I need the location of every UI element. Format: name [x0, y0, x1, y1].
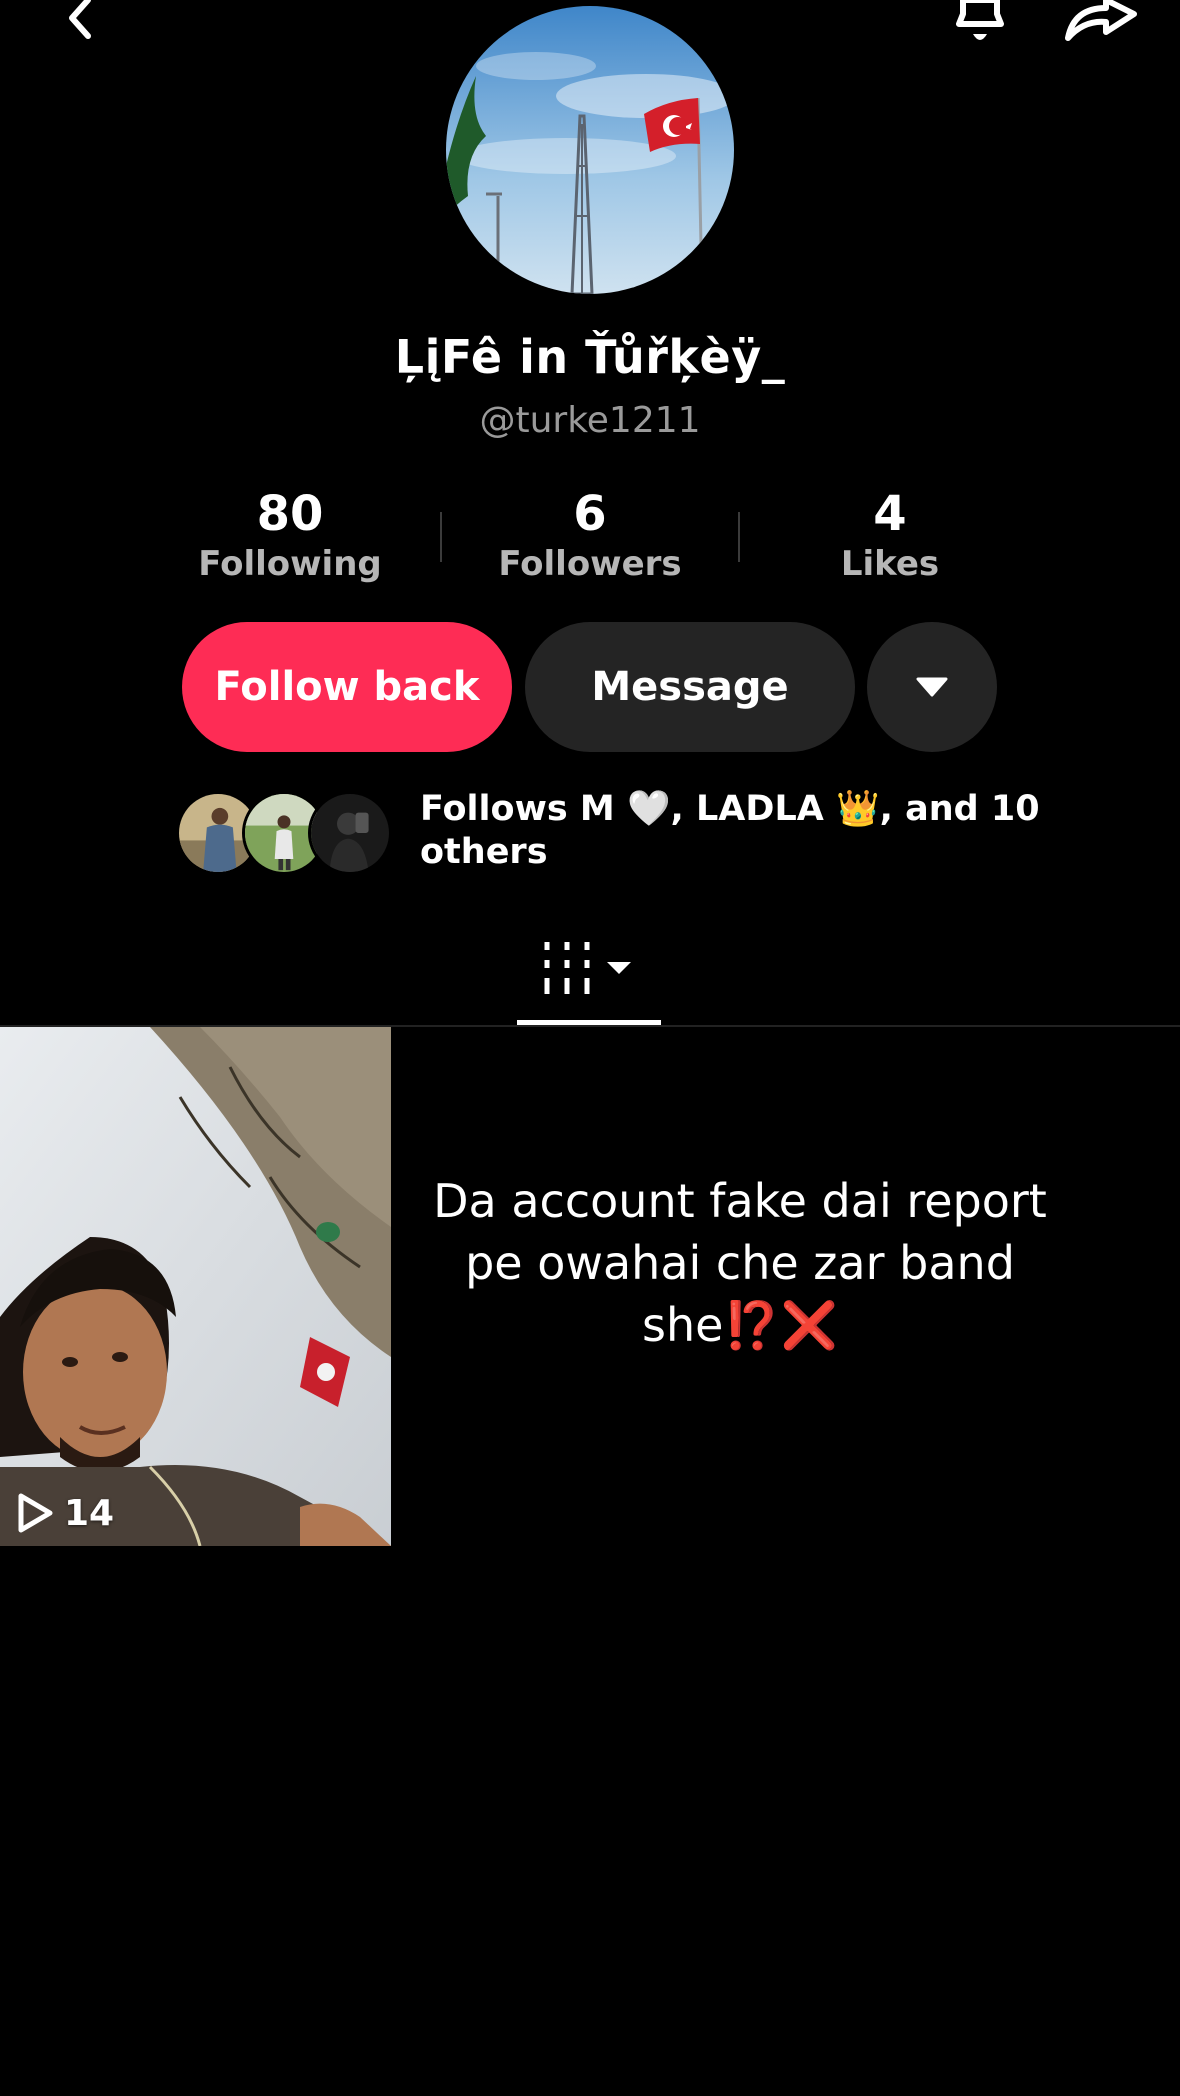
stat-value: 6 [573, 486, 607, 542]
stat-label: Following [198, 544, 382, 584]
stat-label: Followers [498, 544, 682, 584]
profile-tabs [0, 920, 1180, 1027]
stat-divider [440, 512, 442, 562]
profile-stats: 80 Following 6 Followers 4 Likes [140, 486, 1040, 596]
username-handle: @turke1211 [479, 400, 701, 441]
share-icon[interactable] [1062, 0, 1138, 50]
back-icon[interactable] [52, 0, 102, 50]
bell-icon[interactable] [945, 0, 1015, 50]
play-icon [18, 1493, 53, 1533]
tab-videos[interactable] [517, 920, 661, 1025]
stat-value: 4 [873, 486, 907, 542]
cross-mark-icon: ❌ [780, 1298, 838, 1352]
message-button[interactable]: Message [525, 622, 855, 752]
mutual-follows-text: Follows M 🤍, LADLA 👑, and 10 others [420, 789, 1040, 872]
text-post-caption[interactable]: Da account fake dai report pe owahai che… [430, 1170, 1050, 1356]
stat-following[interactable]: 80 Following [140, 486, 440, 596]
exclamation-question-icon: ⁉️ [723, 1298, 781, 1352]
video-thumbnail-image [0, 1027, 391, 1546]
profile-actions: Follow back Message [0, 622, 1180, 752]
suggested-accounts-button[interactable] [867, 622, 997, 752]
stat-label: Likes [840, 544, 940, 584]
display-name: ĻįFê in Ťůřķèÿ_ [394, 330, 786, 384]
dropdown-icon [916, 677, 948, 697]
stat-value: 80 [256, 486, 324, 542]
follow-back-button[interactable]: Follow back [182, 622, 512, 752]
videos-grid-icon [544, 942, 631, 994]
video-thumbnail[interactable]: 14 [0, 1027, 391, 1546]
stat-likes[interactable]: 4 Likes [740, 486, 1040, 596]
avatar-image [446, 6, 734, 294]
mutual-avatar [308, 791, 392, 875]
stat-followers[interactable]: 6 Followers [440, 486, 740, 596]
play-count-value: 14 [64, 1492, 115, 1534]
profile-avatar[interactable] [446, 6, 734, 294]
play-count: 14 [16, 1489, 114, 1537]
mutual-follows[interactable]: Follows M 🤍, LADLA 👑, and 10 others [176, 788, 1040, 878]
